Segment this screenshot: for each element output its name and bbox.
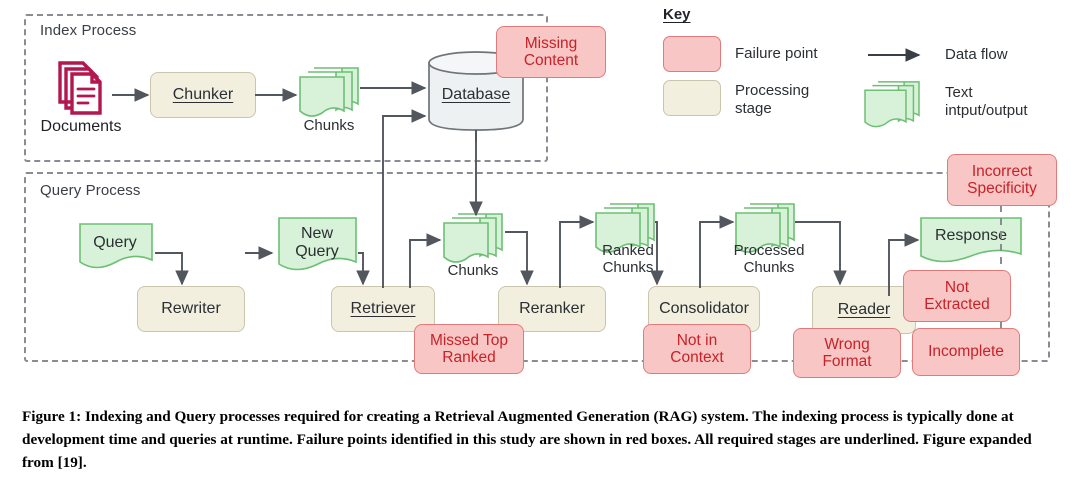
- stage-retriever-label: Retriever: [350, 300, 416, 318]
- failure-incomplete[interactable]: Incomplete: [912, 328, 1020, 376]
- figure-diagram: Index Process Query Process Documents Ch…: [0, 0, 1080, 396]
- stage-rewriter-label: Rewriter: [161, 300, 221, 318]
- text-doc-response: Response: [916, 216, 1026, 266]
- documents-caption: Documents: [40, 118, 122, 135]
- failure-not-extracted[interactable]: Not Extracted: [903, 270, 1011, 322]
- chunks-index-caption: Chunks: [303, 117, 355, 134]
- index-process-label: Index Process: [40, 22, 137, 39]
- key-legend: Key Failure point Processing stage Data …: [655, 4, 1075, 134]
- key-swatch-failure-point: [663, 36, 721, 72]
- stage-chunker[interactable]: Chunker: [150, 72, 256, 118]
- database-label: Database: [441, 86, 511, 103]
- failure-wrong-format[interactable]: Wrong Format: [793, 328, 901, 378]
- figure-caption: Figure 1: Indexing and Query processes r…: [22, 408, 1032, 471]
- stage-reranker-label: Reranker: [519, 300, 585, 318]
- key-label-processing-stage: Processing stage: [735, 82, 810, 118]
- stage-rewriter[interactable]: Rewriter: [137, 286, 245, 332]
- key-arrow-data-flow: [868, 48, 921, 62]
- failure-incorrect-specificity[interactable]: Incorrect Specificity: [947, 154, 1057, 206]
- text-stack-chunks-index: [296, 66, 362, 124]
- key-label-failure-point: Failure point: [735, 45, 818, 62]
- key-swatch-processing-stage: [663, 80, 721, 116]
- key-label-data-flow: Data flow: [945, 46, 1008, 63]
- failure-not-in-context[interactable]: Not in Context: [643, 324, 751, 374]
- stage-reader[interactable]: Reader: [812, 286, 916, 334]
- query-process-label: Query Process: [40, 182, 141, 199]
- documents-stack-icon: [50, 58, 112, 118]
- ranked-chunks-caption: Ranked Chunks: [602, 242, 654, 276]
- key-title: Key: [663, 6, 691, 23]
- key-swatch-text-io: [861, 80, 923, 134]
- stage-consolidator-label: Consolidator: [659, 300, 749, 318]
- processed-chunks-caption: Processed Chunks: [733, 242, 805, 276]
- key-label-text-io: Text intput/output: [945, 84, 1028, 120]
- database-bottom-stub: [475, 130, 477, 142]
- text-doc-query: Query: [74, 222, 156, 272]
- stage-reader-label: Reader: [837, 301, 891, 319]
- chunks-query-caption: Chunks: [447, 262, 499, 279]
- failure-missing-content[interactable]: Missing Content: [496, 26, 606, 78]
- stage-chunker-label: Chunker: [172, 86, 234, 104]
- failure-missed-top-ranked[interactable]: Missed Top Ranked: [414, 324, 524, 374]
- text-doc-new-query: New Query: [274, 216, 360, 276]
